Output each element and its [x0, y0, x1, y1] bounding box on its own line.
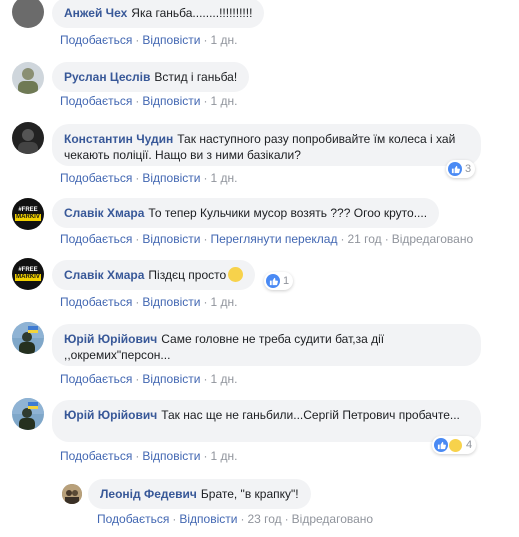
like-link[interactable]: Подобається	[97, 512, 169, 526]
timestamp[interactable]: 1 дн.	[210, 449, 237, 463]
comment-text: Яка ганьба........!!!!!!!!!!	[131, 6, 253, 20]
reply-link[interactable]: Відповісти	[142, 232, 200, 246]
comment-actions: Подобається · Відповісти · 23 год · Відредагов…	[97, 512, 374, 526]
author-name[interactable]: Анжей Чех	[64, 6, 127, 20]
reaction-count: 3	[465, 163, 472, 175]
person-icon	[62, 484, 82, 504]
avatar-text: MARKIV	[15, 214, 41, 221]
edited-label[interactable]: Відредаговано	[292, 512, 373, 526]
person-icon	[12, 398, 44, 430]
reply-link[interactable]: Відповісти	[179, 512, 237, 526]
comment-actions: Подобається · Відповісти · 1 дн.	[60, 33, 238, 47]
like-link[interactable]: Подобається	[60, 295, 132, 309]
timestamp[interactable]: 1 дн.	[210, 171, 237, 185]
comment-actions: Подобається · Відповісти · 1 дн.	[60, 449, 238, 463]
author-name[interactable]: Константин Чудин	[64, 132, 173, 146]
comment-actions: Подобається · Відповісти · 1 дн.	[60, 372, 238, 386]
person-icon	[18, 68, 38, 94]
like-link[interactable]: Подобається	[60, 94, 132, 108]
comment-actions: Подобається · Відповісти · 1 дн.	[60, 94, 238, 108]
comment-bubble: Леонід Федевич Брате, "в крапку"!	[88, 479, 311, 509]
see-translation-link[interactable]: Переглянути переклад	[210, 232, 337, 246]
reaction-summary[interactable]: 1	[264, 272, 294, 290]
avatar[interactable]	[12, 62, 44, 94]
reaction-count: 1	[283, 275, 290, 287]
author-name[interactable]: Юрій Юрійович	[64, 332, 157, 346]
laughing-emoji-icon	[228, 267, 244, 282]
comment-bubble: Константин Чудин Так наступного разу попр…	[52, 124, 481, 166]
like-icon	[266, 274, 280, 288]
comment-text: То тепер Кульчики мусор возять ??? Огоо …	[148, 206, 428, 220]
like-link[interactable]: Подобається	[60, 449, 132, 463]
timestamp[interactable]: 1 дн.	[210, 295, 237, 309]
reaction-summary[interactable]: 4	[432, 436, 477, 454]
like-link[interactable]: Подобається	[60, 33, 132, 47]
person-icon	[12, 322, 44, 354]
sad-emoji-icon	[448, 437, 463, 453]
like-link[interactable]: Подобається	[60, 372, 132, 386]
author-name[interactable]: Леонід Федевич	[100, 487, 197, 501]
reply-link[interactable]: Відповісти	[142, 372, 200, 386]
reply-link[interactable]: Відповісти	[142, 295, 200, 309]
like-icon	[448, 162, 462, 176]
reply-link[interactable]: Відповісти	[142, 171, 200, 185]
like-link[interactable]: Подобається	[60, 171, 132, 185]
timestamp[interactable]: 21 год	[347, 232, 381, 246]
timestamp[interactable]: 23 год	[247, 512, 281, 526]
like-icon	[434, 438, 448, 452]
reply-link[interactable]: Відповісти	[142, 94, 200, 108]
comment-actions: Подобається · Відповісти · 1 дн.	[60, 295, 238, 309]
comment-bubble: Анжей Чех Яка ганьба........!!!!!!!!!!	[52, 0, 265, 28]
comment-bubble: Славік Хмара Піздєц просто	[52, 260, 256, 290]
comment-text: Піздєц просто	[148, 268, 227, 282]
author-name[interactable]: Руслан Цеслів	[64, 70, 150, 84]
comment-text: Брате, "в крапку"!	[200, 487, 299, 501]
author-name[interactable]: Славік Хмара	[64, 206, 144, 220]
avatar[interactable]	[12, 122, 44, 154]
edited-label[interactable]: Відредаговано	[392, 232, 473, 246]
reaction-summary[interactable]: 3	[446, 160, 476, 178]
comment-actions: Подобається · Відповісти · 1 дн.	[60, 171, 238, 185]
timestamp[interactable]: 1 дн.	[210, 94, 237, 108]
timestamp[interactable]: 1 дн.	[210, 33, 237, 47]
avatar-text: #FREE	[18, 267, 38, 273]
timestamp[interactable]: 1 дн.	[210, 372, 237, 386]
comment-text: Встид і ганьба!	[154, 70, 238, 84]
avatar[interactable]	[12, 398, 44, 430]
avatar[interactable]: #FREE MARKIV	[12, 258, 44, 290]
comment-bubble: Руслан Цеслів Встид і ганьба!	[52, 62, 250, 92]
person-icon	[18, 129, 38, 154]
like-link[interactable]: Подобається	[60, 232, 132, 246]
comment-bubble: Юрій Юрійович Так нас ще не ганьбили...Се…	[52, 400, 481, 442]
avatar[interactable]	[62, 484, 82, 504]
comment-actions: Подобається · Відповісти · Переглянути перек…	[60, 232, 474, 246]
avatar-text: #FREE	[18, 207, 38, 213]
avatar[interactable]	[12, 322, 44, 354]
avatar[interactable]: #FREE MARKIV	[12, 198, 44, 230]
reply-link[interactable]: Відповісти	[142, 449, 200, 463]
avatar[interactable]	[12, 0, 44, 28]
author-name[interactable]: Славік Хмара	[64, 268, 144, 282]
comment-bubble: Юрій Юрійович Саме головне не треба судит…	[52, 324, 481, 366]
reply-link[interactable]: Відповісти	[142, 33, 200, 47]
author-name[interactable]: Юрій Юрійович	[64, 408, 157, 422]
comment-text: Так нас ще не ганьбили...Сергій Петрович…	[161, 408, 460, 422]
comment-bubble: Славік Хмара То тепер Кульчики мусор возя…	[52, 198, 440, 228]
reaction-count: 4	[466, 439, 473, 451]
avatar-text: MARKIV	[15, 274, 41, 281]
